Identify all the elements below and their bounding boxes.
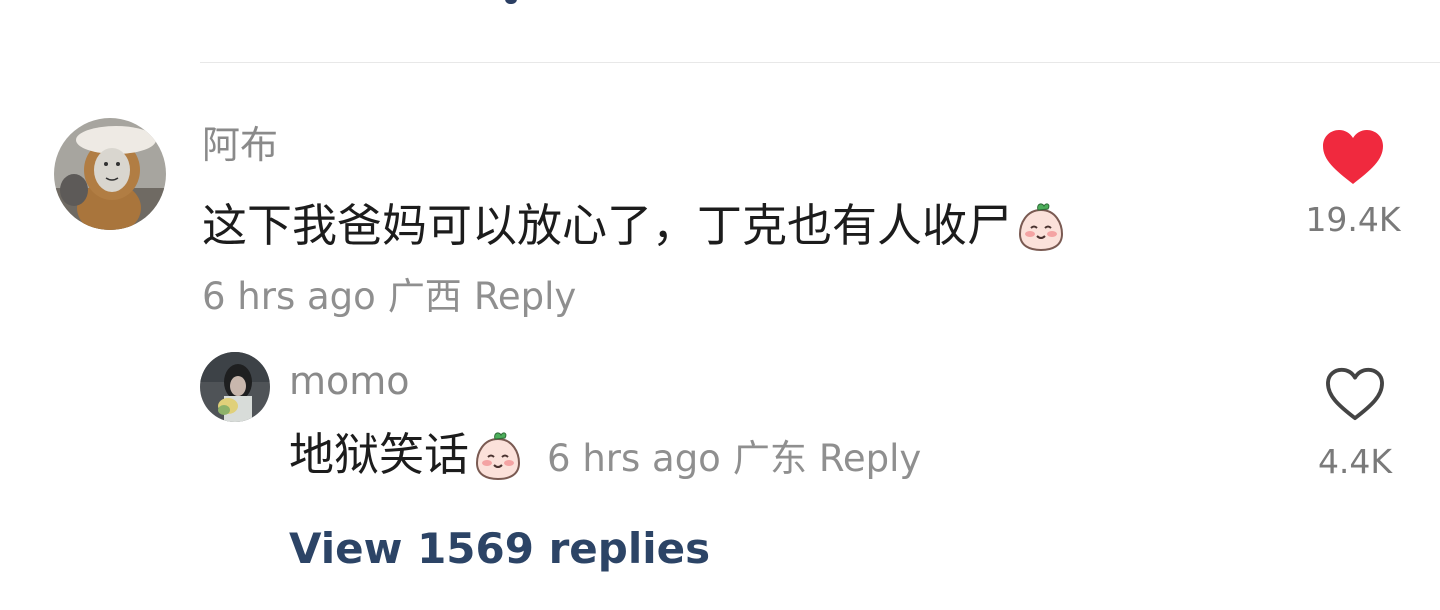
comment-meta: 6 hrs ago 广西 Reply: [202, 266, 588, 320]
reply-reply-button[interactable]: Reply: [819, 437, 921, 480]
heart-outline-icon[interactable]: [1324, 366, 1386, 422]
comment-text: 这下我爸妈可以放心了，丁克也有人收尸: [202, 200, 1066, 252]
reply-button[interactable]: Reply: [474, 275, 576, 318]
heart-filled-icon[interactable]: [1321, 128, 1385, 186]
view-replies-link[interactable]: View 1569 replies: [289, 524, 710, 573]
avatar-image: [200, 352, 270, 422]
avatar-image: [54, 118, 166, 230]
avatar[interactable]: [54, 118, 166, 230]
comment-body: 这下我爸妈可以放心了，丁克也有人收尸: [202, 199, 1013, 252]
comment-location: 广西: [387, 275, 462, 318]
comment-like: 19.4K: [1298, 128, 1408, 239]
reply-meta: 6 hrs ago 广东 Reply: [547, 428, 933, 482]
reply-time: 6 hrs ago: [547, 437, 721, 480]
peach-blush-emoji-icon: [473, 429, 523, 481]
comment-time: 6 hrs ago: [202, 275, 376, 318]
reply-location: 广东: [732, 437, 807, 480]
previous-content-fragment: [505, 0, 517, 4]
reply-like: 4.4K: [1300, 366, 1410, 481]
reply-username[interactable]: momo: [289, 362, 410, 400]
like-count: 19.4K: [1305, 200, 1401, 239]
comment-thread: 阿布 这下我爸妈可以放心了，丁克也有人收尸 6 hrs ago 广西 Reply 1…: [0, 0, 1440, 610]
reply-text-row: 地狱笑话 6 hrs ago 广东 Reply: [289, 428, 933, 482]
reply-body: 地狱笑话: [289, 428, 470, 481]
divider: [200, 62, 1440, 63]
reply-avatar[interactable]: [200, 352, 270, 422]
comment-username[interactable]: 阿布: [202, 126, 278, 164]
peach-blush-emoji-icon: [1016, 200, 1066, 252]
like-count: 4.4K: [1317, 442, 1393, 481]
